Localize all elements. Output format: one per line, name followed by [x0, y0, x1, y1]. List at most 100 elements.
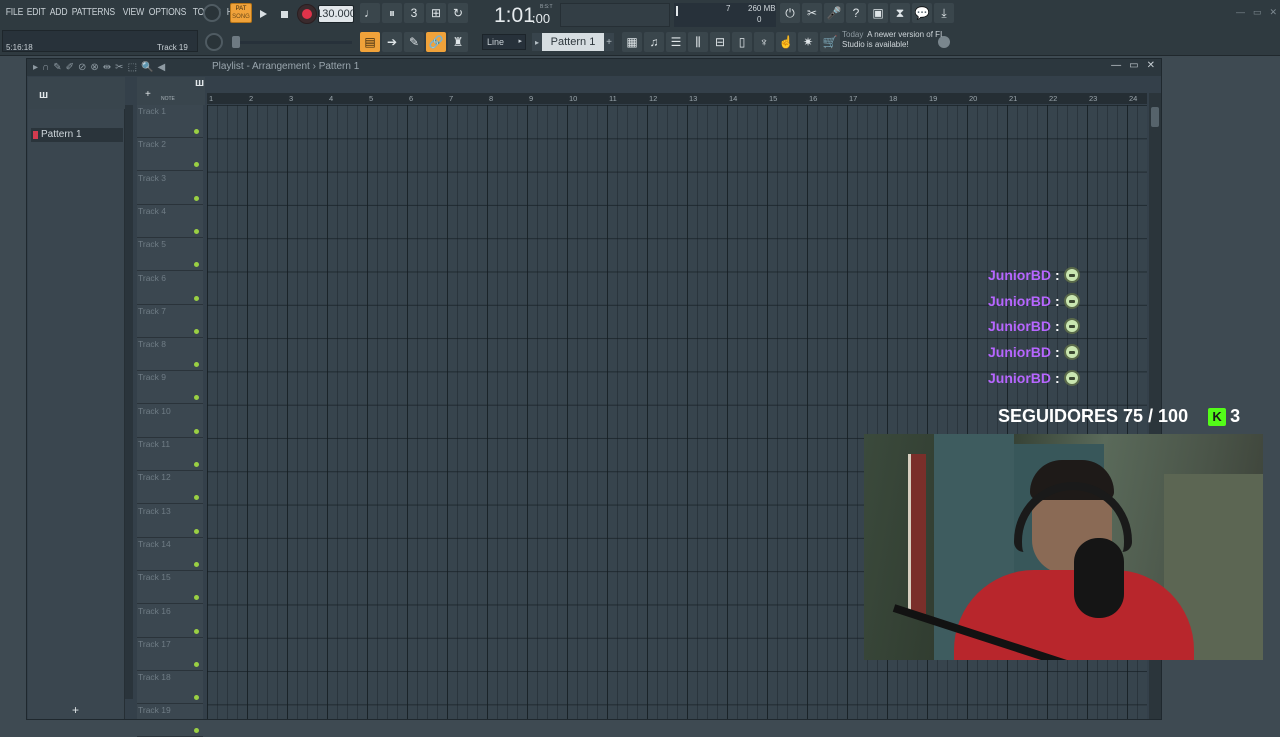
piano-roll-icon[interactable]: ♫ [644, 32, 664, 52]
slip-tool-icon[interactable]: ⇹ [103, 62, 111, 73]
snap-selector[interactable]: Line ▸ [482, 34, 526, 50]
microphone-icon[interactable]: 🎤 [824, 3, 844, 23]
arrow-icon[interactable]: ➔ [382, 32, 402, 52]
track-header[interactable]: Track 4 [137, 205, 203, 238]
menu-options[interactable]: OPTIONS [147, 7, 188, 18]
track-mute-led[interactable] [194, 362, 199, 368]
track-mute-led[interactable] [194, 395, 199, 401]
slice-tool-icon[interactable]: ✂ [115, 62, 123, 73]
playlist-minimize-icon[interactable]: — [1111, 60, 1121, 71]
menu-view[interactable]: VIEW [121, 7, 146, 18]
playback-tool-icon[interactable]: ◀ [157, 62, 165, 73]
menu-patterns[interactable]: PATTERNS [70, 7, 117, 18]
menu-file[interactable]: FILE [4, 7, 25, 18]
picker-scrollbar[interactable] [125, 105, 133, 699]
piano-icon[interactable]: ш [195, 77, 204, 89]
shop-icon[interactable]: 🛒 [820, 32, 840, 52]
pattern-selector[interactable]: ▸ Pattern 1 + [532, 33, 616, 51]
close-icon[interactable]: ✕ [1270, 7, 1278, 18]
plus-icon[interactable]: + [145, 89, 151, 100]
playlist-maximize-icon[interactable]: ▭ [1129, 60, 1138, 71]
paint-tool-icon[interactable]: ✐ [66, 62, 74, 73]
track-mute-led[interactable] [194, 528, 199, 534]
save-icon[interactable]: ▣ [868, 3, 888, 23]
picker-add-button[interactable]: + [72, 703, 79, 717]
track-header[interactable]: Track 8 [137, 338, 203, 372]
countdown-icon[interactable]: 3 [404, 3, 424, 23]
plugin-picker-icon[interactable]: ✷ [798, 32, 818, 52]
vertical-scrollbar-thumb[interactable] [1151, 107, 1159, 127]
delete-tool-icon[interactable]: ⊘ [78, 62, 86, 73]
pattern-item[interactable]: Pattern 1 [31, 128, 123, 142]
track-mute-led[interactable] [194, 162, 199, 168]
draw-tool-icon[interactable]: ✎ [53, 62, 61, 73]
cut-icon[interactable]: ✂ [802, 3, 822, 23]
timeline-ruler[interactable]: 1 2 3 4 5 6 7 8 9 10 11 12 13 14 15 16 17 18 19 20 21 22 23 24 [207, 93, 1147, 104]
track-header[interactable]: Track 13 [137, 505, 203, 538]
plugin-icon[interactable]: ♆ [754, 32, 774, 52]
track-mute-led[interactable] [194, 328, 199, 334]
pitch-slider-handle[interactable] [232, 36, 240, 48]
track-mute-led[interactable] [194, 628, 199, 634]
master-volume-knob[interactable] [203, 4, 221, 22]
playlist-titlebar[interactable]: ▸ ∩ ✎ ✐ ⊘ ⊗ ⇹ ✂ ⬚ 🔍 ◀ Playlist - Arrange… [27, 59, 1161, 76]
project-icon[interactable]: ▯ [732, 32, 752, 52]
track-header[interactable]: Track 11 [137, 438, 203, 471]
mixer-icon[interactable]: ⫼ [688, 32, 708, 52]
pattern-name[interactable]: Pattern 1 [542, 33, 604, 51]
track-header[interactable]: Track 7 [137, 305, 203, 338]
track-mute-led[interactable] [194, 462, 199, 467]
power-icon[interactable]: ⏻ [780, 3, 800, 23]
mixer-shortcut-icon[interactable]: ⧗ [890, 3, 910, 23]
picker-icon[interactable]: ш [39, 89, 48, 101]
magnet-icon[interactable]: ∩ [42, 62, 49, 73]
zoom-tool-icon[interactable]: 🔍 [141, 62, 153, 73]
track-header[interactable]: Track 12 [137, 471, 203, 505]
globe-icon[interactable] [938, 36, 950, 48]
restore-icon[interactable]: ▭ [1253, 7, 1262, 18]
pattern-prev-icon[interactable]: ▸ [532, 33, 542, 51]
channel-rack-icon[interactable]: ☰ [666, 32, 686, 52]
track-header[interactable]: Track 16 [137, 605, 203, 638]
pencil-icon[interactable]: ✎ [404, 32, 424, 52]
options-arrow-icon[interactable]: ▸ [33, 62, 38, 73]
menu-add[interactable]: ADD [48, 7, 69, 18]
download-icon[interactable]: ⤓ [934, 3, 954, 23]
track-mute-led[interactable] [194, 661, 199, 667]
track-mute-led[interactable] [194, 262, 199, 268]
track-header[interactable]: Track 14 [137, 538, 203, 571]
loop-record-icon[interactable]: ↻ [448, 3, 468, 23]
track-mute-led[interactable] [194, 695, 199, 701]
wait-input-icon[interactable]: ⏸ [382, 3, 402, 23]
chat-icon[interactable]: 💬 [912, 3, 932, 23]
track-header[interactable]: Track 15 [137, 571, 203, 605]
link-icon[interactable]: 🔗 [426, 32, 446, 52]
playlist-toggle-icon[interactable]: ▦ [622, 32, 642, 52]
browser-icon[interactable]: ⊟ [710, 32, 730, 52]
track-header[interactable]: Track 18 [137, 671, 203, 705]
tempo-display[interactable]: 130.000 [316, 5, 356, 23]
track-header[interactable]: Track 6 [137, 272, 203, 305]
track-header[interactable]: Track 17 [137, 638, 203, 671]
pat-song-toggle[interactable]: PAT SONG [230, 3, 252, 23]
track-mute-led[interactable] [194, 728, 199, 734]
minimize-icon[interactable]: — [1236, 7, 1245, 18]
playlist-close-icon[interactable]: ✕ [1147, 60, 1155, 71]
track-header[interactable]: Track 1 [137, 105, 203, 138]
track-mute-led[interactable] [194, 428, 199, 434]
track-mute-led[interactable] [194, 129, 199, 134]
stop-button[interactable] [275, 5, 293, 23]
pitch-slider[interactable] [232, 41, 352, 44]
mute-tool-icon[interactable]: ⊗ [90, 62, 98, 73]
metronome-icon[interactable]: ♩ [360, 3, 380, 23]
track-mute-led[interactable] [194, 195, 199, 201]
track-mute-led[interactable] [194, 595, 199, 601]
track-mute-led[interactable] [194, 228, 199, 234]
stamp-icon[interactable]: ♜ [448, 32, 468, 52]
track-header[interactable]: Track 9 [137, 371, 203, 405]
track-header[interactable]: Track 19 [137, 704, 203, 737]
select-tool-icon[interactable]: ⬚ [128, 62, 137, 73]
track-mute-led[interactable] [194, 295, 199, 301]
step-edit-icon[interactable]: ⊞ [426, 3, 446, 23]
help-icon[interactable]: ? [846, 3, 866, 23]
